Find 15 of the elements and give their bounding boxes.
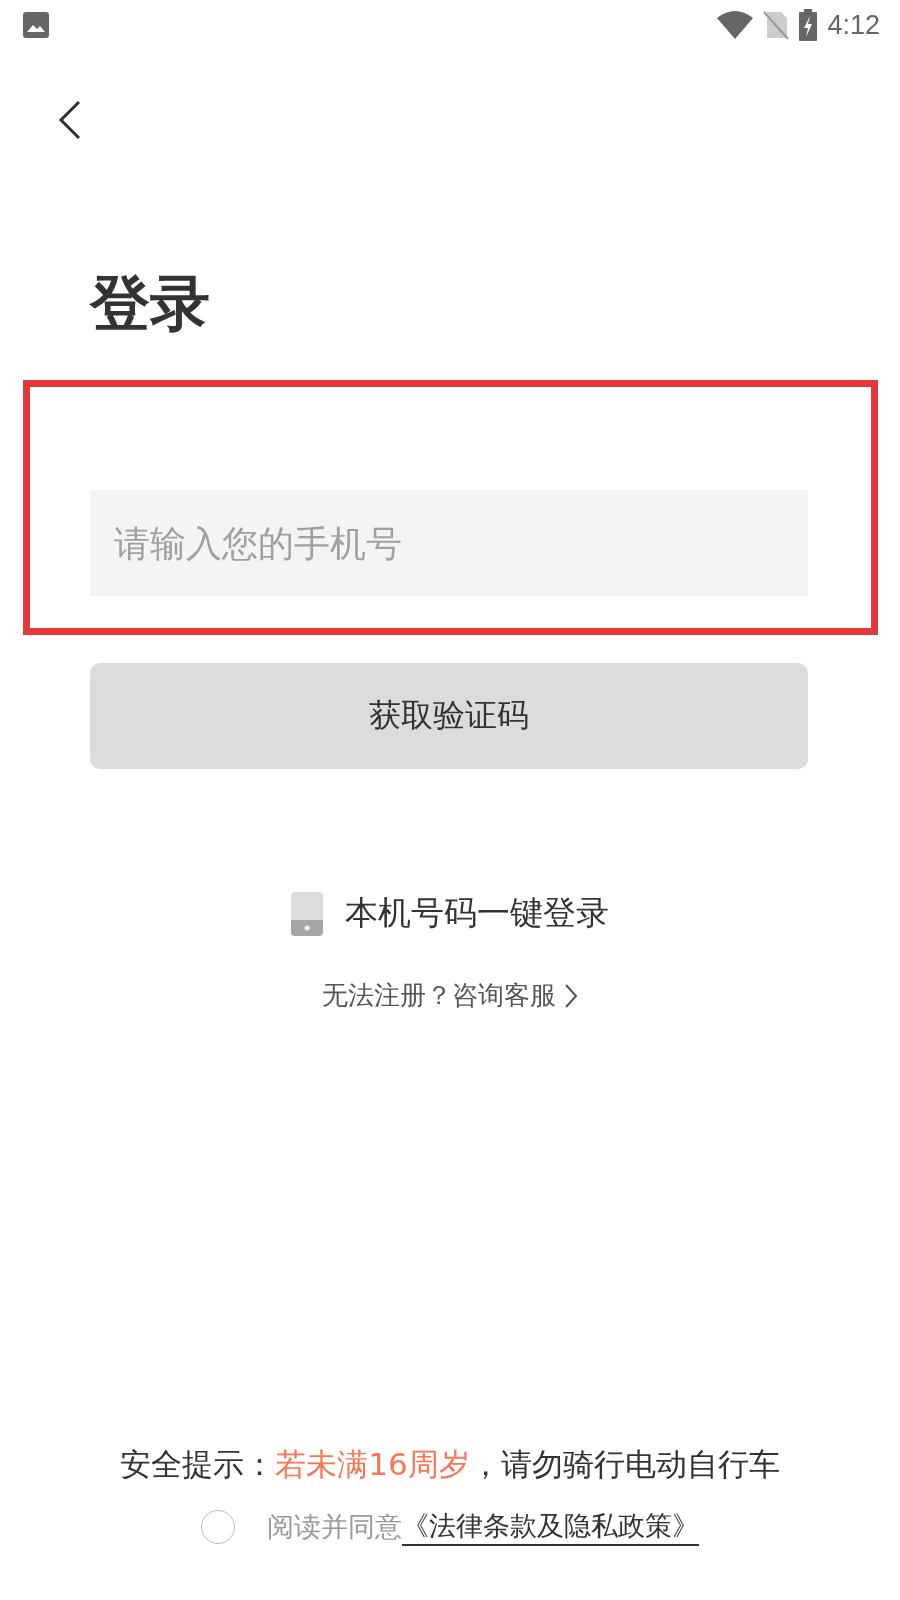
page-title: 登录 [90,268,211,338]
phone-icon [291,891,323,936]
one-tap-login-link[interactable]: 本机号码一键登录 [345,891,609,936]
help-link[interactable]: 无法注册？咨询客服 [322,978,556,1013]
agree-text: 阅读并同意 [267,1510,402,1544]
terms-link[interactable]: 《法律条款及隐私政策》 [402,1508,699,1546]
image-icon [23,12,49,38]
battery-charging-icon [799,9,818,41]
wifi-icon [717,10,754,40]
chevron-right-icon[interactable] [564,982,578,1009]
safety-notice: 安全提示：若未满16周岁，请勿骑行电动自行车 [119,1445,781,1484]
back-icon[interactable] [58,100,82,140]
status-time: 4:12 [827,9,880,41]
phone-input[interactable]: 请输入您的手机号 [90,490,808,596]
no-sim-icon [763,10,790,40]
